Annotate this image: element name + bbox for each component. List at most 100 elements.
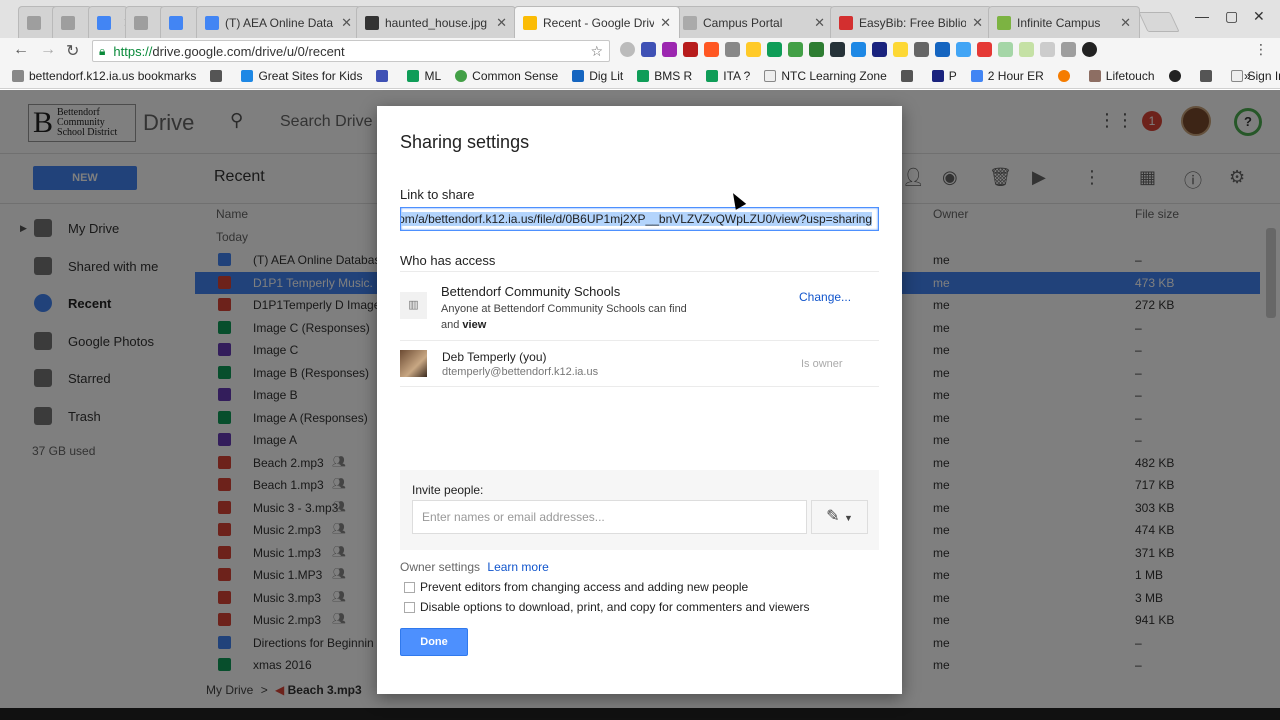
chrome-menu-icon[interactable]: ⋮ bbox=[1254, 41, 1268, 58]
browser-tab[interactable]: EasyBib: Free Biblio ✕ bbox=[830, 6, 992, 38]
bookmark-folder[interactable]: bettendorf.k12.ia.us bookmarks bbox=[12, 69, 196, 83]
browser-tab[interactable]: ✕ bbox=[52, 6, 92, 38]
bookmark-item[interactable] bbox=[1168, 70, 1186, 82]
extension-icon[interactable] bbox=[851, 42, 866, 57]
share-link-field[interactable]: https://drive.google.com/a/bettendorf.k1… bbox=[400, 207, 879, 231]
extension-icon[interactable] bbox=[935, 42, 950, 57]
back-icon[interactable]: ← bbox=[13, 41, 29, 59]
page-icon bbox=[27, 15, 41, 30]
tab-title: EasyBib: Free Biblio bbox=[859, 15, 967, 30]
bookmarks-overflow[interactable]: » bbox=[1244, 69, 1251, 83]
extension-icon[interactable] bbox=[1040, 42, 1055, 57]
extension-icon[interactable] bbox=[788, 42, 803, 57]
browser-tab[interactable]: (T) AEA Online Data ✕ bbox=[196, 6, 361, 38]
extension-icon[interactable] bbox=[872, 42, 887, 57]
extension-icon[interactable] bbox=[662, 42, 677, 57]
extension-icon[interactable] bbox=[1082, 42, 1097, 57]
extension-icon[interactable] bbox=[893, 42, 908, 57]
forward-icon[interactable]: → bbox=[40, 41, 56, 59]
extension-icon[interactable] bbox=[809, 42, 824, 57]
close-tab-icon[interactable]: ✕ bbox=[341, 15, 352, 31]
bookmark-item[interactable] bbox=[376, 70, 393, 82]
bookmark-favicon bbox=[1168, 70, 1181, 82]
bookmark-item[interactable] bbox=[1057, 70, 1075, 82]
link-label: Link to share bbox=[400, 187, 475, 202]
address-bar[interactable]: 🔒︎ https:// drive.google.com/drive/u/0/r… bbox=[92, 40, 610, 62]
close-tab-icon[interactable]: ✕ bbox=[814, 15, 825, 31]
close-tab-icon[interactable]: ✕ bbox=[972, 15, 983, 31]
bookmark-item[interactable]: Dig Lit bbox=[572, 69, 623, 83]
extension-icon[interactable] bbox=[956, 42, 971, 57]
browser-tab[interactable]: ✕ bbox=[88, 6, 128, 38]
campus-icon bbox=[997, 15, 1011, 30]
extension-icon[interactable] bbox=[620, 42, 635, 57]
bookmark-favicon bbox=[210, 70, 223, 82]
invite-section: Invite people: Enter names or email addr… bbox=[400, 470, 879, 550]
browser-tab[interactable]: Infinite Campus ✕ bbox=[988, 6, 1140, 38]
invite-input[interactable]: Enter names or email addresses... bbox=[412, 500, 807, 534]
extension-icon[interactable] bbox=[767, 42, 782, 57]
owner-avatar bbox=[400, 350, 427, 377]
browser-tab[interactable]: 4✕ bbox=[160, 6, 200, 38]
close-tab-icon[interactable]: ✕ bbox=[496, 15, 507, 31]
reload-icon[interactable]: ↻ bbox=[66, 41, 79, 61]
bookmark-item[interactable]: Common Sense bbox=[455, 69, 558, 83]
extension-icon[interactable] bbox=[641, 42, 656, 57]
sheets-icon bbox=[706, 70, 719, 82]
done-button[interactable]: Done bbox=[400, 628, 468, 656]
bookmark-item[interactable]: P bbox=[931, 69, 957, 83]
prevent-editors-option[interactable]: Prevent editors from changing access and… bbox=[404, 580, 748, 594]
bookmark-item[interactable] bbox=[210, 70, 227, 82]
disable-download-option[interactable]: Disable options to download, print, and … bbox=[404, 600, 810, 614]
bookmark-item[interactable]: 2 Hour ER bbox=[970, 69, 1044, 83]
close-window-icon[interactable]: ✕ bbox=[1253, 8, 1265, 25]
learn-more-link[interactable]: Learn more bbox=[487, 560, 548, 574]
browser-tab[interactable]: Campus Portal ✕ bbox=[674, 6, 834, 38]
disable-download-checkbox[interactable] bbox=[404, 601, 415, 613]
bookmark-star-icon[interactable]: ☆ bbox=[590, 43, 603, 60]
owner-name: Deb Temperly (you) bbox=[442, 350, 547, 364]
bookmark-item[interactable]: ML bbox=[407, 69, 441, 83]
extension-icon[interactable] bbox=[746, 42, 761, 57]
browser-tab[interactable]: Recent - Google Driv ✕ bbox=[514, 6, 680, 38]
extension-icon[interactable] bbox=[914, 42, 929, 57]
bookmark-item[interactable]: Great Sites for Kids bbox=[241, 69, 362, 83]
extension-icon[interactable] bbox=[998, 42, 1013, 57]
extension-icon[interactable] bbox=[1019, 42, 1034, 57]
sheets-icon bbox=[637, 70, 650, 82]
change-access-link[interactable]: Change... bbox=[799, 290, 851, 304]
bookmark-item[interactable]: BMS R bbox=[637, 69, 692, 83]
prevent-editors-checkbox[interactable] bbox=[404, 581, 415, 593]
bookmark-item[interactable]: Lifetouch bbox=[1088, 69, 1155, 83]
page-icon bbox=[134, 15, 148, 30]
bookmark-item[interactable]: ITA ? bbox=[706, 69, 750, 83]
close-tab-icon[interactable]: ✕ bbox=[660, 15, 671, 31]
extension-icon[interactable] bbox=[977, 42, 992, 57]
permission-dropdown[interactable]: ✎ ▼ bbox=[811, 500, 868, 534]
extension-icon[interactable] bbox=[725, 42, 740, 57]
extension-icon[interactable] bbox=[704, 42, 719, 57]
browser-tabstrip: ✕✕✕✕4✕(T) AEA Online Data✕haunted_house.… bbox=[0, 0, 1280, 38]
url-scheme: https:// bbox=[113, 43, 153, 59]
extension-icon[interactable] bbox=[830, 42, 845, 57]
browser-tab[interactable]: haunted_house.jpg ✕ bbox=[356, 6, 516, 38]
bookmark-item[interactable] bbox=[900, 70, 918, 82]
minimize-icon[interactable]: — bbox=[1195, 8, 1209, 24]
close-tab-icon[interactable]: ✕ bbox=[1120, 15, 1131, 31]
sharing-dialog: Sharing settings Link to share https://d… bbox=[377, 106, 902, 694]
docs-icon bbox=[97, 15, 111, 30]
extension-icon[interactable] bbox=[1061, 42, 1076, 57]
bookmark-item[interactable] bbox=[1199, 70, 1217, 82]
page-icon bbox=[61, 15, 75, 30]
bookmark-favicon bbox=[376, 70, 389, 82]
omnibar: ← → ↻ 🔒︎ https:// drive.google.com/drive… bbox=[0, 38, 1280, 64]
bookmark-item[interactable]: NTC Learning Zone bbox=[764, 69, 887, 83]
bookmark-item[interactable]: Sign In/Out bbox=[1230, 69, 1280, 83]
bookmark-favicon bbox=[241, 70, 254, 82]
extension-icon[interactable] bbox=[683, 42, 698, 57]
tab-title: Campus Portal bbox=[703, 15, 783, 30]
maximize-icon[interactable]: ▢ bbox=[1225, 8, 1238, 25]
browser-tab[interactable]: ✕ bbox=[125, 6, 165, 38]
invite-label: Invite people: bbox=[412, 483, 484, 497]
new-tab-button[interactable] bbox=[1138, 12, 1180, 32]
